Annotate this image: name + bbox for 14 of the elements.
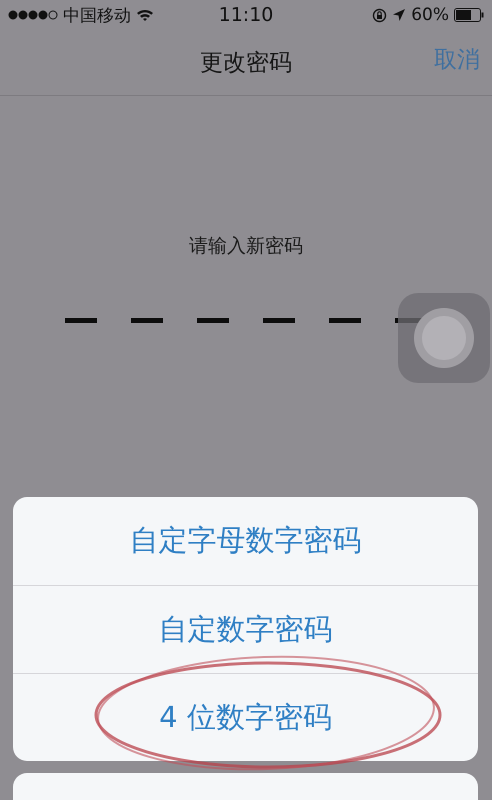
rotation-lock-icon [372,8,388,22]
status-time: 11:10 [218,4,274,26]
nav-title: 更改密码 [200,49,292,78]
signal-icon [8,10,58,20]
passcode-prompt: 请输入新密码 [189,234,303,259]
location-arrow-icon [392,8,406,22]
battery-icon [454,8,484,22]
passcode-option[interactable]: 自定字母数字密码 [13,497,478,585]
carrier-name: 中国移动 [63,4,131,26]
battery-percent: 60% [411,5,449,25]
passcode-option[interactable]: 自定数字密码 [13,585,478,673]
wifi-icon [136,8,154,22]
assistive-touch-button[interactable] [398,293,490,383]
passcode-option[interactable]: 4 位数字密码 [13,673,478,761]
